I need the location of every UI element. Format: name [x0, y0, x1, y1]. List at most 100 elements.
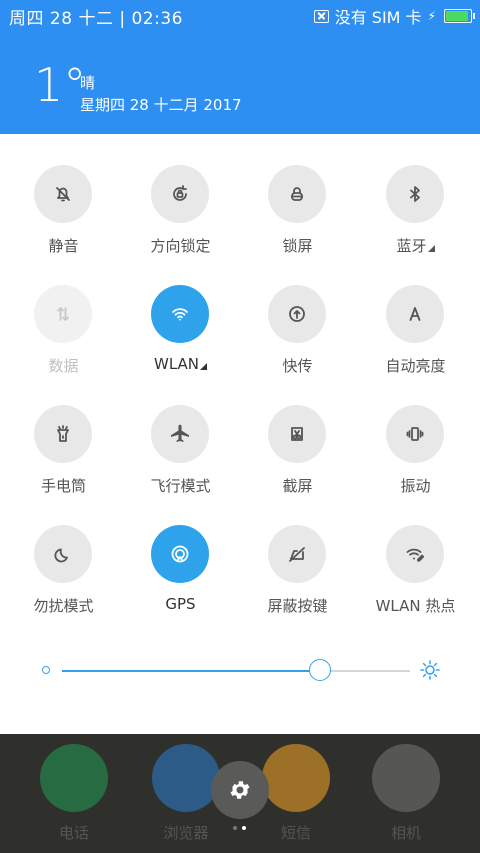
toggle-quick-transfer[interactable]: 快传: [239, 285, 356, 385]
toggle-silent-bell[interactable]: 静音: [5, 165, 122, 265]
toggle-label: 振动: [357, 475, 474, 496]
toggle-button[interactable]: [34, 525, 92, 583]
toggle-button[interactable]: [386, 285, 444, 343]
brightness-thumb[interactable]: [308, 659, 331, 681]
toggle-label-text: 方向锁定: [150, 237, 211, 255]
dock-app-3[interactable]: [372, 744, 440, 812]
no-sim-icon: [313, 9, 329, 23]
battery-icon: [444, 9, 475, 23]
settings-button[interactable]: [211, 761, 269, 819]
toggle-label: WLAN 热点: [357, 595, 474, 616]
mobile-data-icon: [57, 307, 69, 321]
toggle-label-text: 屏蔽按键: [267, 597, 328, 615]
date-label: 星期四 28 十二月 2017: [80, 96, 242, 114]
toggle-label: 方向锁定: [122, 235, 239, 256]
dock-app-0[interactable]: [40, 744, 108, 812]
quick-settings-panel: 静音 方向锁定 锁屏 蓝牙数据 WLAN 快传 自动亮度手电筒 飞行模式 截屏 振动勿扰模式 GPS…: [0, 134, 480, 734]
toggle-button[interactable]: [34, 165, 92, 223]
block-keys-icon: [289, 547, 305, 562]
toggle-button[interactable]: [386, 405, 444, 463]
auto-brightness-icon: [409, 307, 421, 321]
rotation-lock-icon: [173, 185, 187, 201]
toggle-moon[interactable]: 勿扰模式: [5, 525, 122, 625]
toggle-block-keys[interactable]: 屏蔽按键: [239, 525, 356, 625]
toggle-button[interactable]: [151, 405, 209, 463]
toggle-label: GPS: [122, 595, 239, 613]
toggle-auto-brightness[interactable]: 自动亮度: [357, 285, 474, 385]
charging-icon: ⚡: [427, 9, 436, 23]
gps-icon: [171, 545, 189, 563]
flashlight-icon: [57, 425, 69, 442]
airplane-icon: [171, 424, 189, 442]
toggle-vibrate[interactable]: 振动: [357, 405, 474, 505]
toggle-button[interactable]: [386, 525, 444, 583]
toggle-label: 截屏: [239, 475, 356, 496]
toggle-button[interactable]: [386, 165, 444, 223]
wifi-icon: [172, 308, 188, 321]
toggle-gps[interactable]: GPS: [122, 525, 239, 625]
toggle-label-text: GPS: [165, 595, 196, 613]
moon-icon: [54, 548, 68, 563]
status-right: 没有 SIM 卡 ⚡: [313, 4, 475, 28]
no-sim-label: 没有 SIM 卡: [334, 8, 422, 27]
toggle-button[interactable]: [268, 405, 326, 463]
toggle-bluetooth[interactable]: 蓝牙: [357, 165, 474, 265]
hotspot-icon: [406, 548, 425, 562]
toggle-button[interactable]: [34, 405, 92, 463]
toggle-button[interactable]: [268, 285, 326, 343]
toggle-label-text: WLAN 热点: [375, 597, 456, 615]
toggle-label-text: 振动: [400, 477, 431, 495]
toggle-button[interactable]: [151, 285, 209, 343]
brightness-low-icon: [42, 666, 50, 674]
battery-fill: [446, 11, 468, 21]
gear-icon: [230, 781, 250, 799]
page-indicator: [233, 826, 246, 830]
dock-app-label: 短信: [280, 824, 311, 842]
toggle-button[interactable]: [268, 165, 326, 223]
quick-transfer-icon: [289, 306, 305, 322]
toggle-lock[interactable]: 锁屏: [239, 165, 356, 265]
status-bar: 周四 28 十二 | 02:36 没有 SIM 卡 ⚡: [0, 0, 480, 30]
toggle-rotation-lock[interactable]: 方向锁定: [122, 165, 239, 265]
toggle-flashlight[interactable]: 手电筒: [5, 405, 122, 505]
toggle-label-text: 静音: [48, 237, 79, 255]
toggle-label: 锁屏: [239, 235, 356, 256]
vibrate-icon: [406, 427, 424, 441]
toggle-button[interactable]: [268, 525, 326, 583]
toggle-button[interactable]: [34, 285, 92, 343]
toggle-hotspot[interactable]: WLAN 热点: [357, 525, 474, 625]
toggle-button[interactable]: [151, 525, 209, 583]
toggle-label-text: 数据: [48, 357, 79, 375]
toggle-label-text: 勿扰模式: [33, 597, 94, 615]
toggle-label: WLAN: [122, 355, 239, 373]
dock-app-2[interactable]: [262, 744, 330, 812]
toggle-label-text: 自动亮度: [385, 357, 446, 375]
toggle-airplane[interactable]: 飞行模式: [122, 405, 239, 505]
brightness-fill: [62, 670, 320, 672]
toggle-wifi[interactable]: WLAN: [122, 285, 239, 385]
page-dot-active: [242, 826, 246, 830]
dock-app-1[interactable]: [152, 744, 220, 812]
temperature[interactable]: 1°: [34, 62, 86, 108]
toggle-label-text: 手电筒: [40, 477, 86, 495]
toggle-label: 蓝牙: [357, 235, 474, 256]
silent-bell-icon: [56, 187, 70, 202]
toggle-button[interactable]: [151, 165, 209, 223]
toggle-label-text: 截屏: [282, 477, 313, 495]
toggle-mobile-data[interactable]: 数据: [5, 285, 122, 385]
toggle-label-text: 飞行模式: [150, 477, 211, 495]
toggle-label: 手电筒: [5, 475, 122, 496]
toggle-label-text: WLAN: [153, 355, 199, 373]
dock-app-label: 浏览器: [163, 824, 209, 842]
expand-triangle-icon: [200, 363, 207, 370]
brightness-high-icon: [420, 660, 440, 684]
screenshot-icon: [291, 427, 303, 441]
expand-triangle-icon: [427, 245, 435, 252]
weather-condition: 晴: [80, 74, 96, 92]
toggle-label-text: 快传: [282, 357, 313, 375]
toggle-label-text: 锁屏: [282, 237, 313, 255]
status-time: 周四 28 十二 | 02:36: [9, 9, 183, 29]
bluetooth-icon: [410, 186, 420, 202]
brightness-slider[interactable]: [62, 659, 410, 681]
toggle-screenshot[interactable]: 截屏: [239, 405, 356, 505]
